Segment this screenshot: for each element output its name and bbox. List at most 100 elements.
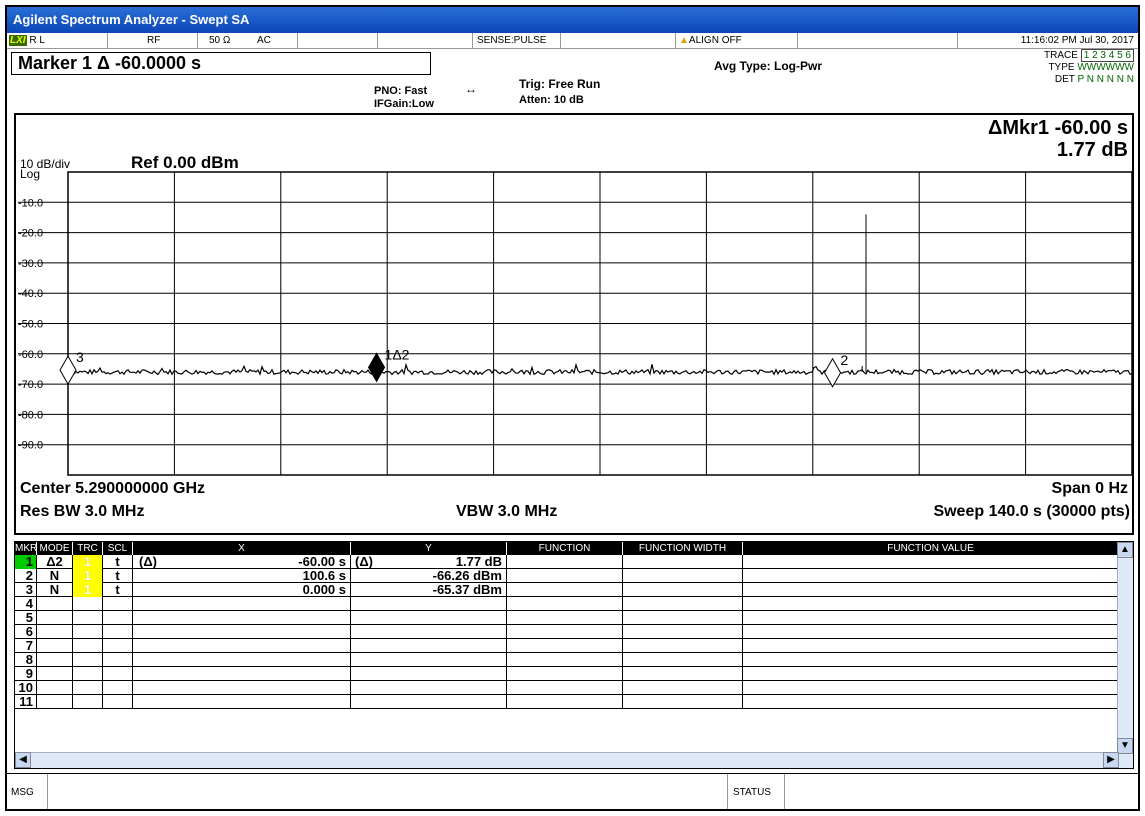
table-row[interactable]: 6	[15, 625, 1119, 639]
cell-y: -66.26 dBm	[351, 569, 507, 583]
cell-y	[351, 611, 507, 625]
scroll-up-icon[interactable]: ▲	[1117, 542, 1133, 558]
cell-trace	[73, 597, 103, 611]
cell-trace	[73, 681, 103, 695]
cell-mkr: 2	[15, 569, 37, 583]
cell-scale	[103, 625, 133, 639]
y-tick-label: -60.0	[18, 349, 43, 361]
scroll-down-icon[interactable]: ▼	[1117, 738, 1133, 754]
table-row[interactable]: 5	[15, 611, 1119, 625]
arrow-icon: ↔	[465, 82, 477, 96]
cell-fw	[623, 667, 743, 681]
cell-mode	[37, 625, 73, 639]
message-bar: MSG STATUS	[7, 773, 1138, 809]
cell-mkr: 11	[15, 695, 37, 709]
table-row[interactable]: 8	[15, 653, 1119, 667]
cell-f	[507, 555, 623, 569]
cell-trace: 1	[73, 569, 103, 583]
cell-trace	[73, 695, 103, 709]
cell-y-prefix: (Δ)	[355, 554, 374, 569]
plot-area[interactable]: -10.0 -20.0 -30.0 -40.0 -50.0 -60.0 -70.0 -80.0…	[14, 113, 1134, 535]
cell-scale: t	[103, 583, 133, 597]
cell-mkr: 8	[15, 653, 37, 667]
datetime: 11:16:02 PM Jul 30, 2017	[1020, 35, 1134, 46]
cell-mode	[37, 653, 73, 667]
table-row[interactable]: 9	[15, 667, 1119, 681]
y-tick-label: -80.0	[18, 409, 43, 421]
cell-f	[507, 583, 623, 597]
rf-label: RF	[147, 35, 161, 46]
spectrum-plot[interactable]: -10.0 -20.0 -30.0 -40.0 -50.0 -60.0 -70.0 -80.0…	[16, 115, 1132, 533]
type-values: WWWWWW	[1077, 62, 1134, 73]
cell-f	[507, 667, 623, 681]
rl-status: LXI R L	[9, 33, 45, 48]
cell-mkr: 7	[15, 639, 37, 653]
table-row[interactable]: 3 N 1 t 0.000 s -65.37 dBm	[15, 583, 1119, 597]
cell-mode: Δ2	[37, 555, 73, 569]
status-label: STATUS	[733, 787, 771, 798]
cell-f	[507, 625, 623, 639]
cell-y	[351, 667, 507, 681]
cell-scale: t	[103, 569, 133, 583]
cell-x	[133, 681, 351, 695]
det-label: DET	[1054, 74, 1075, 85]
vertical-scrollbar[interactable]: ▲ ▼	[1117, 542, 1133, 768]
span[interactable]: Span 0 Hz	[1052, 480, 1128, 498]
delta-marker-value: 1.77 dB	[1056, 139, 1128, 161]
cell-mkr: 6	[15, 625, 37, 639]
cell-x: (Δ) -60.00 s	[133, 555, 351, 569]
cell-mkr: 4	[15, 597, 37, 611]
scroll-left-icon[interactable]: ◀	[15, 752, 31, 768]
ifgain-setting: IFGain:Low	[374, 98, 434, 110]
scroll-right-icon[interactable]: ▶	[1103, 752, 1119, 768]
table-row[interactable]: 7	[15, 639, 1119, 653]
y-tick-label: -90.0	[18, 440, 43, 452]
log-label: Log	[20, 167, 41, 181]
warning-icon: ▲	[679, 35, 689, 46]
cell-f	[507, 681, 623, 695]
marker-readout[interactable]: Marker 1 Δ -60.0000 s	[11, 52, 431, 75]
cell-x-value: 0.000 s	[302, 582, 346, 597]
y-tick-label: -30.0	[18, 258, 43, 270]
cell-x	[133, 695, 351, 709]
cell-mode	[37, 695, 73, 709]
cell-mkr: 1	[15, 555, 37, 569]
cell-fv	[743, 555, 1119, 569]
cell-mkr: 10	[15, 681, 37, 695]
table-row[interactable]: 1 Δ2 1 t (Δ) -60.00 s (Δ) 1.77 dB	[15, 555, 1119, 569]
vbw[interactable]: VBW 3.0 MHz	[456, 503, 557, 521]
cell-trace	[73, 639, 103, 653]
y-tick-label: -40.0	[18, 288, 43, 300]
center-frequency[interactable]: Center 5.290000000 GHz	[20, 480, 205, 498]
y-tick-label: -50.0	[18, 319, 43, 331]
cell-fw	[623, 695, 743, 709]
title-bar: Agilent Spectrum Analyzer - Swept SA	[7, 7, 1138, 33]
cell-x: 100.6 s	[133, 569, 351, 583]
sweep-time[interactable]: Sweep 140.0 s (30000 pts)	[933, 503, 1130, 521]
table-row[interactable]: 2 N 1 t 100.6 s -66.26 dBm	[15, 569, 1119, 583]
align-status: ▲ALIGN OFF	[679, 35, 742, 46]
cell-trace: 1	[73, 555, 103, 569]
ref-level[interactable]: Ref 0.00 dBm	[131, 153, 239, 173]
trig-setting: Trig: Free Run	[519, 77, 601, 91]
res-bw[interactable]: Res BW 3.0 MHz	[20, 503, 144, 521]
trace-panel: TRACE 1 2 3 4 5 6 TYPE WWWWWW DET P N N …	[1044, 49, 1135, 86]
horizontal-scrollbar[interactable]: ◀ ▶	[15, 752, 1119, 768]
det-values: P N N N N N	[1077, 74, 1135, 85]
table-row[interactable]: 10	[15, 681, 1119, 695]
cell-y-value: 1.77 dB	[455, 554, 502, 569]
cell-trace: 1	[73, 583, 103, 597]
cell-y-value: -66.26 dBm	[432, 568, 502, 583]
cell-scale: t	[103, 555, 133, 569]
table-row[interactable]: 4	[15, 597, 1119, 611]
cell-mode	[37, 667, 73, 681]
cell-fw	[623, 569, 743, 583]
table-row[interactable]: 11	[15, 695, 1119, 709]
cell-x	[133, 597, 351, 611]
cell-y	[351, 639, 507, 653]
cell-x	[133, 667, 351, 681]
cell-y-value: -65.37 dBm	[432, 582, 502, 597]
cell-trace	[73, 667, 103, 681]
cell-scale	[103, 653, 133, 667]
cell-scale	[103, 611, 133, 625]
